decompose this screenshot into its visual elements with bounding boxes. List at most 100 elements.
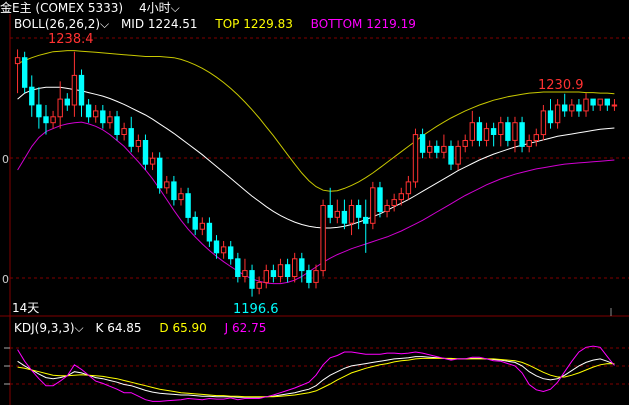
- candle: [611, 99, 618, 111]
- candle-body: [377, 187, 383, 213]
- kdj-d: D 65.90: [159, 321, 207, 335]
- candle-body: [576, 104, 582, 112]
- period-label: 4小时: [138, 1, 171, 15]
- candle-body: [29, 86, 35, 106]
- candle: [490, 122, 497, 147]
- candle-body: [121, 128, 127, 136]
- candle-body: [327, 205, 333, 218]
- candle: [355, 199, 362, 230]
- candle: [149, 152, 156, 171]
- candle: [547, 99, 554, 129]
- high-right-label: 1230.9: [538, 78, 584, 93]
- candle: [128, 116, 134, 153]
- candle-body: [469, 122, 476, 141]
- candlesticks: [14, 49, 618, 297]
- candle-body: [384, 205, 390, 212]
- candle-body: [107, 116, 113, 124]
- candle: [498, 116, 504, 147]
- candle-body: [14, 57, 21, 65]
- candle-body: [512, 122, 518, 141]
- candle: [256, 276, 262, 295]
- symbol-label[interactable]: 金E主 (COMEX 5333): [0, 1, 123, 15]
- candle: [157, 152, 163, 194]
- candle-body: [498, 122, 504, 135]
- candle: [483, 122, 490, 147]
- candle: [469, 110, 476, 147]
- kdj-j-line: [17, 345, 615, 402]
- candle-body: [171, 181, 177, 201]
- candle: [583, 93, 589, 117]
- candle: [135, 134, 142, 153]
- candle-body: [597, 98, 603, 106]
- candle-body: [142, 140, 149, 165]
- candle: [277, 258, 284, 283]
- candle: [419, 128, 426, 159]
- candle-body: [178, 193, 184, 201]
- boll-top-line: [17, 50, 615, 192]
- candle-body: [78, 74, 85, 106]
- candle-body: [611, 104, 618, 107]
- candle-body: [64, 98, 70, 106]
- candle: [405, 175, 412, 200]
- candle: [36, 87, 42, 129]
- candle-body: [341, 210, 348, 224]
- bollinger-bands: [17, 50, 615, 285]
- candle: [334, 199, 341, 224]
- boll-bottom: BOTTOM 1219.19: [310, 17, 416, 31]
- boll-bottom-line: [17, 121, 615, 285]
- candle: [185, 187, 191, 224]
- candle: [22, 51, 28, 94]
- candle: [107, 110, 113, 129]
- candle: [249, 264, 255, 297]
- candle: [78, 69, 85, 117]
- kdj-j: J 62.75: [224, 321, 267, 335]
- candle-body: [93, 110, 99, 118]
- candle-body: [604, 98, 610, 106]
- candle: [93, 104, 99, 123]
- candle-body: [43, 116, 49, 124]
- candle-body: [370, 187, 376, 224]
- boll-mid: MID 1224.51: [120, 17, 198, 31]
- candle-body: [57, 98, 63, 118]
- candle: [178, 187, 184, 206]
- candle: [412, 128, 419, 188]
- axis-fragment-1: 0: [2, 153, 9, 166]
- candle: [71, 51, 78, 117]
- candle: [192, 211, 198, 236]
- candle: [370, 181, 376, 230]
- candle-body: [114, 116, 120, 136]
- period-selector[interactable]: 4小时⌵: [139, 1, 180, 15]
- candle-body: [292, 258, 298, 277]
- candle: [462, 134, 468, 153]
- candle-body: [533, 134, 539, 142]
- boll-legend: BOLL(26,26,2)⌵ MID 1224.51 TOP 1229.83 B…: [14, 16, 416, 32]
- candle-body: [355, 205, 362, 218]
- candle-body: [505, 122, 511, 141]
- candle: [121, 122, 127, 141]
- candle-body: [235, 258, 241, 277]
- candle: [263, 264, 270, 289]
- candle-body: [228, 246, 234, 260]
- candle-body: [526, 140, 532, 147]
- chevron-down-icon: ⌵: [74, 321, 84, 335]
- candle-body: [490, 128, 497, 136]
- candle-body: [448, 145, 454, 165]
- candle-body: [149, 157, 156, 165]
- candle: [455, 140, 461, 171]
- boll-indicator-name[interactable]: BOLL(26,26,2)⌵: [14, 17, 109, 31]
- candle: [43, 104, 49, 135]
- candle-body: [441, 145, 447, 153]
- candle: [505, 116, 511, 147]
- period-note: 14天: [12, 301, 40, 315]
- kdj-indicator-name[interactable]: KDJ(9,3,3)⌵: [14, 321, 84, 335]
- candle: [341, 199, 348, 230]
- candle: [562, 93, 568, 117]
- candle-body: [135, 140, 142, 147]
- candle-body: [213, 240, 220, 254]
- candle: [519, 116, 525, 153]
- candle-body: [206, 222, 213, 242]
- low-label: 1196.6: [233, 302, 279, 317]
- candle-body: [398, 193, 405, 201]
- candle: [540, 104, 547, 141]
- candle: [199, 217, 206, 236]
